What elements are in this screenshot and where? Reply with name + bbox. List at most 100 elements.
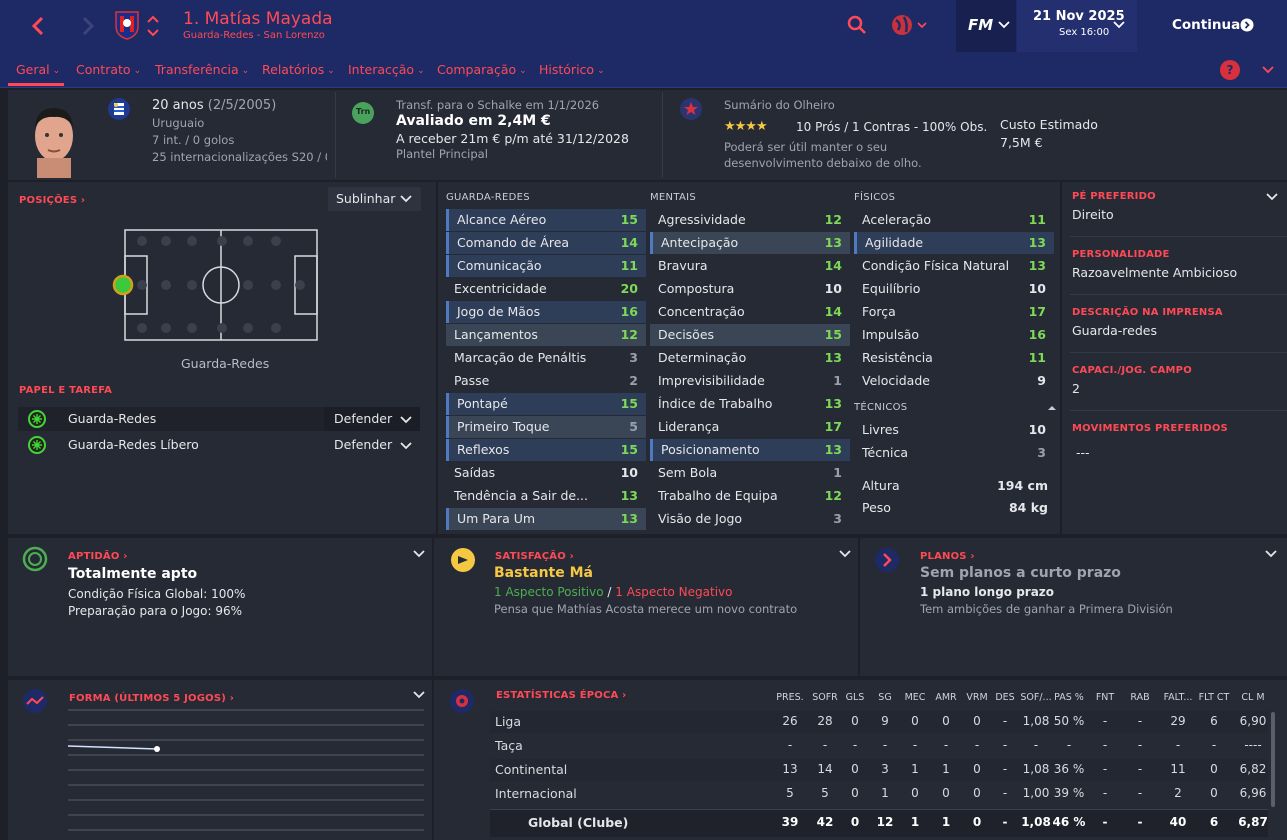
field-ability-value: 2: [1072, 381, 1080, 396]
attribute-value: 5: [629, 419, 638, 434]
attribute-row[interactable]: Determinação 13: [650, 347, 850, 369]
plans-collapse-icon[interactable]: [1265, 549, 1277, 559]
duty-dropdown[interactable]: Defender: [324, 433, 420, 457]
forward-arrow-icon[interactable]: [78, 12, 98, 40]
attribute-row[interactable]: Compostura 10: [650, 278, 850, 300]
attribute-row[interactable]: Tendência a Sair de... 13: [446, 485, 646, 507]
attribute-row[interactable]: Liderança 17: [650, 416, 850, 438]
attribute-row[interactable]: Posicionamento 13: [650, 439, 850, 461]
attribute-value: 14: [824, 304, 842, 319]
attribute-row[interactable]: Imprevisibilidade 1: [650, 370, 850, 392]
nav-collapse-icon[interactable]: [1262, 64, 1274, 76]
attribute-name: Passe: [454, 373, 490, 388]
happiness-collapse-icon[interactable]: [839, 549, 851, 559]
attribute-row[interactable]: Marcação de Penáltis 3: [446, 347, 646, 369]
stats-column-header[interactable]: FLT CT: [1192, 692, 1236, 703]
highlight-dropdown[interactable]: Sublinhar: [328, 187, 421, 211]
plans-label[interactable]: PLANOS ›: [920, 551, 975, 562]
active-tab-underline: [8, 83, 64, 86]
attribute-row[interactable]: Um Para Um 13: [446, 508, 646, 530]
attribute-row[interactable]: Força 17: [854, 301, 1054, 323]
tab-interaccao[interactable]: Interacção ⌄: [348, 52, 425, 88]
attribute-value: 1: [833, 373, 842, 388]
fitness-label[interactable]: APTIDÃO ›: [68, 551, 128, 562]
attribute-row[interactable]: Índice de Trabalho 13: [650, 393, 850, 415]
role-row[interactable]: Guarda-Redes Defender: [18, 407, 420, 431]
fitness-collapse-icon[interactable]: [413, 549, 425, 559]
back-arrow-icon[interactable]: [28, 12, 48, 40]
attribute-row[interactable]: Impulsão 16: [854, 324, 1054, 346]
attribute-row[interactable]: Lançamentos 12: [446, 324, 646, 346]
player-value: Avaliado em 2,4M €: [396, 113, 551, 129]
attribute-row[interactable]: Excentricidade 20: [446, 278, 646, 300]
attribute-name: Equilíbrio: [862, 281, 921, 296]
form-collapse-icon[interactable]: [413, 690, 425, 700]
attribute-row[interactable]: Comunicação 11: [446, 255, 646, 277]
happiness-label[interactable]: SATISFAÇÃO ›: [495, 551, 574, 562]
player-age: 20 anos: [152, 98, 204, 113]
happiness-status: Bastante Má: [494, 565, 593, 581]
positive-aspects[interactable]: 1 Aspecto Positivo: [494, 585, 604, 599]
attribute-row[interactable]: Velocidade 9: [854, 370, 1054, 392]
duty-dropdown[interactable]: Defender: [324, 407, 420, 431]
attribute-row[interactable]: Passe 2: [446, 370, 646, 392]
stats-label[interactable]: ESTATÍSTICAS ÉPOCA ›: [496, 690, 626, 701]
globe-icon[interactable]: [890, 12, 930, 38]
attribute-value: 11: [1028, 350, 1046, 365]
attribute-row[interactable]: Saídas 10: [446, 462, 646, 484]
attribute-row[interactable]: Comando de Área 14: [446, 232, 646, 254]
search-icon[interactable]: [846, 14, 868, 36]
tab-comparacao[interactable]: Comparação ⌄: [437, 52, 527, 88]
attribute-row[interactable]: Concentração 14: [650, 301, 850, 323]
attribute-row[interactable]: Pontapé 15: [446, 393, 646, 415]
fm-menu[interactable]: FM: [956, 0, 1016, 52]
tab-historico[interactable]: Histórico ⌄: [539, 52, 605, 88]
attribute-row[interactable]: Decisões 15: [650, 324, 850, 346]
form-label[interactable]: FORMA (ÚLTIMOS 5 JOGOS) ›: [69, 693, 234, 704]
attribute-row[interactable]: Primeiro Toque 5: [446, 416, 646, 438]
positions-label[interactable]: POSIÇÕES ›: [19, 195, 85, 206]
mental-attributes-header: MENTAIS: [650, 192, 696, 203]
attribute-row[interactable]: Antecipação 13: [650, 232, 850, 254]
scout-summary: 10 Prós / 1 Contras - 100% Obs.: [796, 120, 988, 134]
date-panel[interactable]: 21 Nov 2025 Sex 16:00: [1017, 0, 1137, 52]
attribute-value: 12: [824, 212, 842, 227]
stats-scrollbar[interactable]: [1271, 712, 1275, 807]
role-icon: [28, 410, 46, 428]
attribute-row[interactable]: Livres 10: [854, 419, 1054, 441]
moves-value: ---: [1076, 445, 1090, 460]
attribute-row[interactable]: Sem Bola 1: [650, 462, 850, 484]
player-subtitle[interactable]: Guarda-Redes - San Lorenzo: [183, 30, 325, 41]
tab-relatorios[interactable]: Relatórios ⌄: [262, 52, 335, 88]
collapse-up-icon[interactable]: [1047, 404, 1057, 412]
attribute-row[interactable]: Técnica 3: [854, 442, 1054, 464]
attribute-row[interactable]: Condição Física Natural 13: [854, 255, 1054, 277]
nation-flag-icon: [107, 97, 131, 121]
attribute-row[interactable]: Visão de Jogo 3: [650, 508, 850, 530]
attribute-row[interactable]: Agressividade 12: [650, 209, 850, 231]
attribute-row[interactable]: Alcance Aéreo 15: [446, 209, 646, 231]
attribute-row[interactable]: Agilidade 13: [854, 232, 1054, 254]
stats-column-header[interactable]: CL M: [1231, 692, 1275, 703]
cost-value: 7,5M €: [1000, 135, 1043, 150]
help-button[interactable]: ?: [1220, 60, 1240, 80]
continue-button[interactable]: Continuar: [1138, 0, 1287, 52]
role-row[interactable]: Guarda-Redes Líbero Defender: [18, 433, 420, 457]
pitch-diagram[interactable]: [110, 228, 330, 343]
attribute-row[interactable]: Resistência 11: [854, 347, 1054, 369]
stats-row-label: Taça: [495, 738, 523, 753]
attribute-row[interactable]: Trabalho de Equipa 12: [650, 485, 850, 507]
attribute-row[interactable]: Bravura 14: [650, 255, 850, 277]
tab-transferencia[interactable]: Transferência ⌄: [155, 52, 249, 88]
fitness-sharpness: Preparação para o Jogo: 96%: [68, 604, 243, 618]
attribute-value: 17: [824, 419, 842, 434]
panel-collapse-icon[interactable]: [1266, 192, 1278, 202]
attribute-row[interactable]: Reflexos 15: [446, 439, 646, 461]
attribute-row[interactable]: Jogo de Mãos 16: [446, 301, 646, 323]
tab-contrato[interactable]: Contrato ⌄: [76, 52, 141, 88]
attribute-row[interactable]: Equilíbrio 10: [854, 278, 1054, 300]
attribute-row[interactable]: Aceleração 11: [854, 209, 1054, 231]
player-nav-arrows-icon[interactable]: [146, 14, 160, 38]
negative-aspects[interactable]: 1 Aspecto Negativo: [615, 585, 732, 599]
physical-attributes-header: FÍSICOS: [854, 192, 896, 203]
